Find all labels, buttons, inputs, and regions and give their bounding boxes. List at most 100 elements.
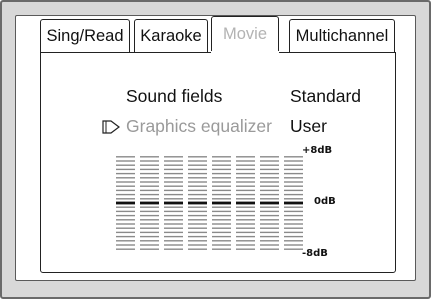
eq-band-8[interactable] bbox=[284, 156, 303, 250]
eq-level-segment bbox=[164, 235, 183, 238]
tab-sing-read[interactable]: Sing/Read bbox=[40, 19, 130, 52]
eq-level-segment bbox=[164, 244, 183, 246]
eq-level-segment bbox=[236, 181, 255, 183]
eq-level-segment bbox=[284, 172, 303, 175]
eq-level-segment bbox=[140, 214, 159, 217]
eq-level-segment bbox=[164, 172, 183, 175]
eq-level-segment bbox=[284, 240, 303, 242]
eq-level-segment bbox=[188, 240, 207, 242]
graphics-equalizer-label[interactable]: Graphics equalizer bbox=[126, 116, 272, 137]
eq-level-segment bbox=[284, 168, 303, 171]
eq-level-segment bbox=[164, 189, 183, 192]
equalizer-graph[interactable] bbox=[115, 148, 315, 258]
eq-zero-segment bbox=[188, 201, 207, 205]
eq-level-segment bbox=[236, 214, 255, 217]
eq-band-6[interactable] bbox=[236, 156, 255, 250]
eq-level-segment bbox=[188, 219, 207, 221]
eq-zero-segment bbox=[116, 201, 135, 205]
eq-level-segment bbox=[164, 177, 183, 179]
eq-band-5[interactable] bbox=[212, 156, 231, 250]
eq-level-segment bbox=[116, 189, 135, 192]
eq-level-segment bbox=[284, 164, 303, 166]
eq-level-segment bbox=[236, 193, 255, 196]
eq-level-segment bbox=[164, 227, 183, 229]
tab-movie[interactable]: Movie bbox=[211, 16, 279, 52]
eq-level-segment bbox=[260, 235, 279, 238]
eq-level-segment bbox=[236, 244, 255, 246]
eq-level-segment bbox=[188, 206, 207, 208]
eq-level-segment bbox=[236, 210, 255, 213]
eq-level-segment bbox=[236, 219, 255, 221]
eq-level-segment bbox=[188, 227, 207, 229]
eq-level-segment bbox=[212, 160, 231, 162]
eq-level-segment bbox=[188, 164, 207, 166]
eq-level-segment bbox=[116, 156, 135, 158]
eq-level-segment bbox=[212, 193, 231, 196]
eq-level-segment bbox=[188, 248, 207, 250]
eq-level-segment bbox=[140, 235, 159, 238]
eq-level-segment bbox=[116, 168, 135, 171]
eq-level-segment bbox=[260, 206, 279, 208]
eq-band-2[interactable] bbox=[140, 156, 159, 250]
eq-level-segment bbox=[212, 181, 231, 183]
eq-zero-segment bbox=[140, 201, 159, 205]
eq-level-segment bbox=[260, 214, 279, 217]
eq-level-segment bbox=[164, 214, 183, 217]
tab-karaoke[interactable]: Karaoke bbox=[134, 19, 208, 52]
eq-level-segment bbox=[284, 181, 303, 183]
sound-fields-label[interactable]: Sound fields bbox=[126, 86, 222, 107]
eq-level-segment bbox=[164, 160, 183, 162]
tab-karaoke-label: Karaoke bbox=[140, 26, 202, 45]
eq-level-segment bbox=[116, 210, 135, 213]
graphics-equalizer-value[interactable]: User bbox=[290, 116, 327, 137]
eq-level-segment bbox=[164, 164, 183, 166]
eq-level-segment bbox=[284, 160, 303, 162]
eq-level-segment bbox=[284, 198, 303, 200]
eq-level-segment bbox=[212, 248, 231, 250]
eq-level-segment bbox=[212, 189, 231, 192]
eq-level-segment bbox=[260, 181, 279, 183]
eq-level-segment bbox=[116, 227, 135, 229]
active-tab-gap bbox=[211, 51, 279, 54]
eq-level-segment bbox=[284, 248, 303, 250]
eq-band-3[interactable] bbox=[164, 156, 183, 250]
eq-zero-segment bbox=[164, 201, 183, 205]
tab-multichannel[interactable]: Multichannel bbox=[289, 19, 395, 52]
eq-level-segment bbox=[140, 206, 159, 208]
eq-level-segment bbox=[116, 164, 135, 166]
eq-level-segment bbox=[236, 156, 255, 158]
eq-level-segment bbox=[188, 235, 207, 238]
eq-max-label: +8dB bbox=[302, 145, 333, 156]
eq-level-segment bbox=[140, 177, 159, 179]
eq-level-segment bbox=[116, 172, 135, 175]
eq-level-segment bbox=[236, 160, 255, 162]
sound-fields-value[interactable]: Standard bbox=[290, 86, 361, 107]
tab-multichannel-label: Multichannel bbox=[295, 26, 389, 45]
eq-level-segment bbox=[116, 248, 135, 250]
eq-level-segment bbox=[164, 156, 183, 158]
eq-level-segment bbox=[140, 185, 159, 187]
eq-band-1[interactable] bbox=[116, 156, 135, 250]
eq-level-segment bbox=[188, 181, 207, 183]
eq-level-segment bbox=[236, 248, 255, 250]
eq-level-segment bbox=[236, 231, 255, 234]
eq-level-segment bbox=[140, 227, 159, 229]
eq-level-segment bbox=[260, 231, 279, 234]
eq-level-segment bbox=[164, 193, 183, 196]
eq-level-segment bbox=[116, 219, 135, 221]
eq-level-segment bbox=[188, 198, 207, 200]
eq-level-segment bbox=[284, 210, 303, 213]
eq-band-7[interactable] bbox=[260, 156, 279, 250]
eq-level-segment bbox=[188, 223, 207, 225]
eq-level-segment bbox=[140, 193, 159, 196]
eq-level-segment bbox=[260, 248, 279, 250]
eq-level-segment bbox=[188, 244, 207, 246]
eq-level-segment bbox=[140, 160, 159, 162]
eq-level-segment bbox=[140, 181, 159, 183]
eq-level-segment bbox=[140, 210, 159, 213]
eq-band-4[interactable] bbox=[188, 156, 207, 250]
eq-level-segment bbox=[140, 240, 159, 242]
eq-level-segment bbox=[212, 206, 231, 208]
eq-level-segment bbox=[260, 172, 279, 175]
pointer-arrow-icon bbox=[102, 120, 120, 134]
